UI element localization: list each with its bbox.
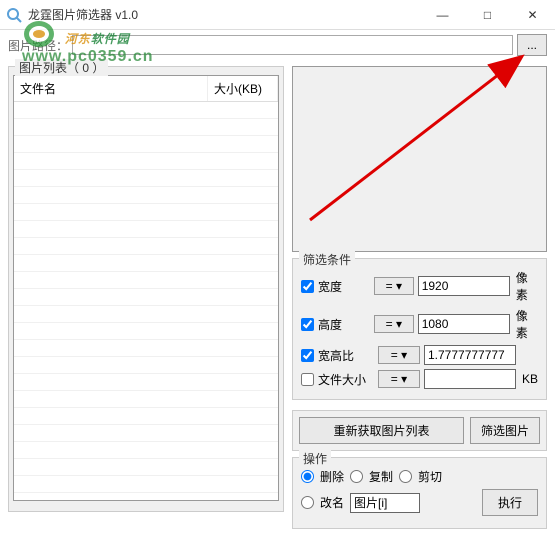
list-item bbox=[14, 221, 278, 238]
list-item bbox=[14, 459, 278, 476]
list-item bbox=[14, 153, 278, 170]
list-item bbox=[14, 323, 278, 340]
height-checkbox[interactable] bbox=[301, 318, 314, 331]
size-checkbox[interactable] bbox=[301, 373, 314, 386]
path-row: 图片路径： ... bbox=[0, 30, 555, 58]
column-size[interactable]: 大小(KB) bbox=[208, 76, 278, 101]
list-header: 文件名 大小(KB) bbox=[14, 76, 278, 102]
right-panel: 筛选条件 宽度 = ▾ 像素 高度 = ▾ 像素 宽高比 = ▾ bbox=[292, 66, 547, 529]
execute-button[interactable]: 执行 bbox=[482, 489, 538, 516]
list-item bbox=[14, 204, 278, 221]
filter-width-row: 宽度 = ▾ 像素 bbox=[301, 269, 538, 303]
minimize-button[interactable]: — bbox=[420, 0, 465, 30]
height-unit: 像素 bbox=[516, 307, 538, 341]
list-item bbox=[14, 136, 278, 153]
operation-row-2: 改名 执行 bbox=[301, 489, 538, 516]
filter-size-row: 文件大小 = ▾ KB bbox=[301, 369, 538, 389]
list-item bbox=[14, 119, 278, 136]
size-unit: KB bbox=[522, 372, 538, 386]
maximize-button[interactable]: □ bbox=[465, 0, 510, 30]
rename-pattern-input[interactable] bbox=[350, 493, 420, 513]
rename-radio[interactable] bbox=[301, 496, 314, 509]
list-group-title: 图片列表（ 0 ） bbox=[15, 59, 108, 76]
column-filename[interactable]: 文件名 bbox=[14, 76, 208, 101]
rename-label: 改名 bbox=[320, 494, 344, 511]
filter-group-title: 筛选条件 bbox=[299, 251, 355, 268]
delete-radio[interactable] bbox=[301, 470, 314, 483]
list-item bbox=[14, 442, 278, 459]
close-button[interactable]: ✕ bbox=[510, 0, 555, 30]
path-input[interactable] bbox=[72, 35, 513, 55]
filter-height-row: 高度 = ▾ 像素 bbox=[301, 307, 538, 341]
action-button-row: 重新获取图片列表 筛选图片 bbox=[292, 410, 547, 451]
filter-ratio-row: 宽高比 = ▾ bbox=[301, 345, 538, 365]
width-value-input[interactable] bbox=[418, 276, 510, 296]
ratio-operator-select[interactable]: = ▾ bbox=[378, 346, 420, 364]
size-value-input[interactable] bbox=[424, 369, 516, 389]
image-list[interactable]: 文件名 大小(KB) bbox=[13, 75, 279, 501]
titlebar: 龙霆图片筛选器 v1.0 — □ ✕ bbox=[0, 0, 555, 30]
size-operator-select[interactable]: = ▾ bbox=[378, 370, 420, 388]
list-item bbox=[14, 340, 278, 357]
image-list-group: 图片列表（ 0 ） 文件名 大小(KB) bbox=[8, 66, 284, 512]
width-checkbox[interactable] bbox=[301, 280, 314, 293]
height-operator-select[interactable]: = ▾ bbox=[374, 315, 414, 333]
preview-pane bbox=[292, 66, 547, 252]
height-value-input[interactable] bbox=[418, 314, 510, 334]
list-item bbox=[14, 170, 278, 187]
list-item bbox=[14, 408, 278, 425]
operation-group: 操作 删除 复制 剪切 改名 执行 bbox=[292, 457, 547, 529]
width-label: 宽度 bbox=[318, 278, 370, 295]
list-item bbox=[14, 255, 278, 272]
list-item bbox=[14, 425, 278, 442]
height-label: 高度 bbox=[318, 316, 370, 333]
refresh-list-button[interactable]: 重新获取图片列表 bbox=[299, 417, 464, 444]
filter-button[interactable]: 筛选图片 bbox=[470, 417, 540, 444]
list-item bbox=[14, 306, 278, 323]
left-panel: 图片列表（ 0 ） 文件名 大小(KB) bbox=[8, 58, 284, 529]
delete-label: 删除 bbox=[320, 468, 344, 485]
width-operator-select[interactable]: = ▾ bbox=[374, 277, 414, 295]
app-icon bbox=[6, 7, 22, 23]
list-body bbox=[14, 102, 278, 501]
list-item bbox=[14, 391, 278, 408]
path-label: 图片路径： bbox=[8, 37, 68, 54]
list-item bbox=[14, 289, 278, 306]
filter-group: 筛选条件 宽度 = ▾ 像素 高度 = ▾ 像素 宽高比 = ▾ bbox=[292, 258, 547, 400]
size-label: 文件大小 bbox=[318, 371, 374, 388]
browse-button[interactable]: ... bbox=[517, 34, 547, 56]
operation-group-title: 操作 bbox=[299, 450, 331, 467]
ratio-label: 宽高比 bbox=[318, 347, 374, 364]
list-item bbox=[14, 357, 278, 374]
list-item bbox=[14, 476, 278, 493]
window-title: 龙霆图片筛选器 v1.0 bbox=[28, 6, 420, 23]
copy-radio[interactable] bbox=[350, 470, 363, 483]
copy-label: 复制 bbox=[369, 468, 393, 485]
list-item bbox=[14, 374, 278, 391]
ratio-value-input[interactable] bbox=[424, 345, 516, 365]
cut-label: 剪切 bbox=[418, 468, 442, 485]
list-item bbox=[14, 102, 278, 119]
cut-radio[interactable] bbox=[399, 470, 412, 483]
operation-row-1: 删除 复制 剪切 bbox=[301, 468, 538, 485]
width-unit: 像素 bbox=[516, 269, 538, 303]
list-item bbox=[14, 238, 278, 255]
list-item bbox=[14, 272, 278, 289]
ratio-checkbox[interactable] bbox=[301, 349, 314, 362]
window-controls: — □ ✕ bbox=[420, 0, 555, 30]
list-item bbox=[14, 187, 278, 204]
